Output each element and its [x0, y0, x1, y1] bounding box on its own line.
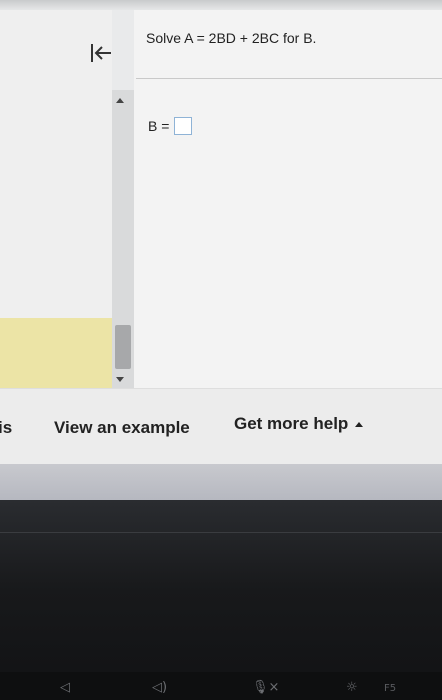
laptop-bezel	[0, 500, 442, 700]
brightness-icon: ☼	[346, 680, 358, 695]
get-more-help-button[interactable]: Get more help	[234, 414, 364, 434]
volume-up-icon: ◁)	[152, 680, 168, 695]
screen-top-edge	[0, 0, 442, 10]
get-more-help-label: Get more help	[234, 414, 349, 433]
answer-input[interactable]	[174, 117, 193, 135]
answer-label: B =	[148, 118, 170, 134]
back-to-start-icon[interactable]	[88, 40, 114, 66]
divider	[136, 78, 442, 79]
mic-mute-icon: 🎙×	[252, 680, 280, 695]
question-content	[134, 10, 442, 388]
app-screen: Solve A = 2BD + 2BC for B. B = is View a…	[0, 0, 442, 500]
scroll-up-arrow-icon[interactable]	[116, 98, 124, 103]
view-example-link[interactable]: View an example	[54, 418, 190, 438]
scrollbar-thumb[interactable]	[115, 325, 131, 369]
caret-up-icon	[355, 421, 364, 427]
highlight-panel	[0, 318, 112, 388]
footer-strip	[0, 464, 442, 500]
help-me-solve-link[interactable]: is	[0, 418, 12, 438]
bezel-edge	[0, 532, 442, 533]
answer-row: B =	[148, 117, 193, 135]
f5-key-label: F5	[384, 683, 397, 694]
problem-statement: Solve A = 2BD + 2BC for B.	[146, 30, 317, 46]
scroll-down-arrow-icon[interactable]	[116, 377, 124, 382]
volume-down-icon: ◁	[60, 680, 70, 695]
